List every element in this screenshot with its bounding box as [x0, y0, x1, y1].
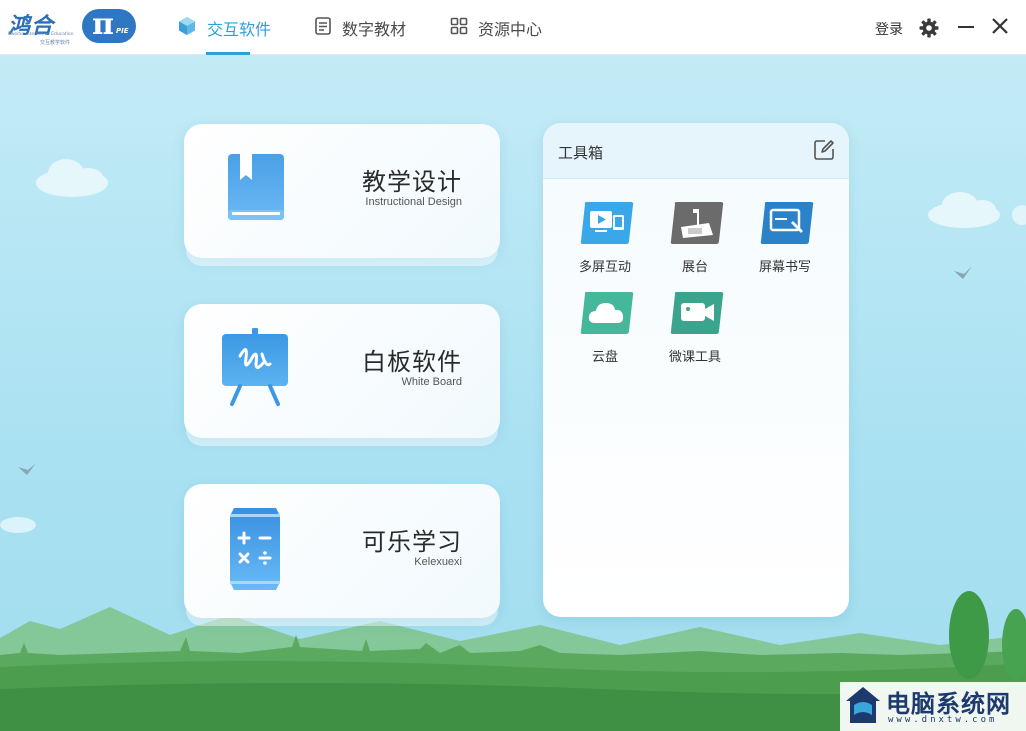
tool-screen-write[interactable]: 屏幕书写 — [745, 201, 825, 285]
cloud-icon — [579, 291, 634, 334]
tab-label: 交互软件 — [207, 19, 272, 39]
document-icon — [314, 16, 342, 39]
tool-multiscreen[interactable]: 多屏互动 — [565, 201, 645, 285]
tool-label: 微课工具 — [668, 350, 721, 365]
card-title: 可乐学习 — [362, 528, 462, 556]
card-kelexuexi[interactable]: 可乐学习 Kelexuexi — [184, 484, 500, 618]
watermark-text: 电脑系统网 — [886, 690, 1011, 718]
pi-glyph: π — [92, 7, 114, 42]
bird-left — [18, 463, 36, 475]
whiteboard-icon — [222, 328, 288, 414]
bird-right — [954, 266, 972, 279]
card-title: 白板软件 — [362, 348, 462, 376]
tool-micro-lesson[interactable]: 微课工具 — [655, 291, 735, 375]
minimize-icon[interactable] — [958, 26, 974, 28]
tree-1 — [949, 591, 989, 679]
card-instructional-design[interactable]: 教学设计 Instructional Design — [184, 124, 500, 258]
close-icon[interactable] — [990, 16, 1010, 36]
logo-subtitle: 交互教学软件 — [40, 40, 71, 46]
title-bar: 鸿合 Pweiho Interactive Education 交互教学软件 π… — [0, 0, 1026, 55]
tool-label: 云盘 — [591, 350, 618, 365]
book-icon — [222, 148, 288, 234]
cloud-left — [36, 159, 108, 197]
cube-icon — [177, 16, 207, 40]
pie-label: PIE — [116, 27, 129, 35]
tool-label: 屏幕书写 — [758, 260, 811, 275]
main-area: 教学设计 Instructional Design 白板软件 White Boa… — [0, 55, 1026, 731]
tab-resource-center[interactable]: 资源中心 — [450, 0, 542, 55]
cloud-right — [928, 192, 1000, 228]
toolbox-title: 工具箱 — [558, 144, 604, 162]
house-logo-icon — [844, 685, 882, 731]
card-subtitle: Instructional Design — [365, 196, 462, 208]
tab-digital-textbook[interactable]: 数字教材 — [314, 0, 406, 55]
logo-english: Pweiho Interactive Education — [8, 32, 74, 37]
toolbox-header: 工具箱 — [543, 123, 849, 179]
calculator-can-icon — [222, 508, 288, 594]
gear-icon[interactable] — [919, 18, 939, 42]
document-camera-icon — [669, 201, 724, 244]
app-logo: 鸿合 Pweiho Interactive Education 交互教学软件 π… — [6, 7, 136, 48]
toolbox-panel: 工具箱 多屏互动 展台 屏幕书写 云盘 微课工具 — [543, 123, 849, 617]
login-button[interactable]: 登录 — [875, 19, 903, 39]
video-camera-icon — [669, 291, 724, 334]
tool-label: 展台 — [681, 260, 708, 275]
screen-write-icon — [759, 201, 814, 244]
grid-icon — [450, 17, 478, 39]
tool-document-camera[interactable]: 展台 — [655, 201, 735, 285]
multiscreen-icon — [579, 201, 634, 244]
card-subtitle: White Board — [401, 376, 462, 388]
background-landscape — [0, 159, 1026, 731]
tab-label: 数字教材 — [342, 19, 407, 39]
pi-logo-badge: π PIE — [82, 7, 136, 43]
edit-icon[interactable] — [813, 139, 835, 165]
card-subtitle: Kelexuexi — [414, 556, 462, 568]
watermark-badge: 电脑系统网 www.dnxtw.com — [840, 682, 1026, 731]
tool-label: 多屏互动 — [578, 260, 631, 275]
tab-label: 资源中心 — [478, 19, 543, 39]
card-title: 教学设计 — [362, 168, 462, 196]
tab-interactive-software[interactable]: 交互软件 — [177, 0, 271, 55]
watermark-url: www.dnxtw.com — [888, 715, 998, 725]
tool-cloud-disk[interactable]: 云盘 — [565, 291, 645, 375]
card-white-board[interactable]: 白板软件 White Board — [184, 304, 500, 438]
